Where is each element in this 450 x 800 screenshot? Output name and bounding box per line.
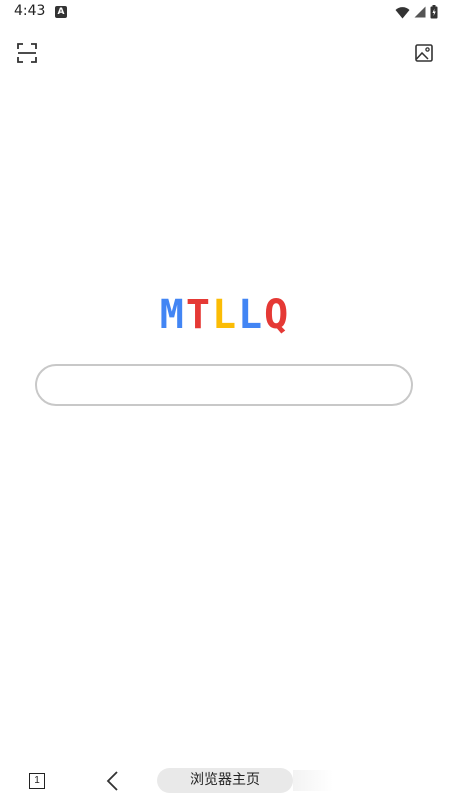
status-bar: 4:43 A (0, 0, 450, 24)
status-icons (395, 4, 438, 20)
status-time: 4:43 (14, 3, 46, 19)
bottom-bar: 1 浏览器主页 (0, 760, 450, 800)
search-input[interactable] (37, 366, 411, 404)
logo-letter: L (211, 292, 239, 338)
logo-letter: L (238, 292, 265, 338)
tabs-button[interactable]: 1 (29, 773, 45, 789)
pill-fade (293, 770, 333, 791)
chevron-left-icon (106, 771, 118, 791)
browser-home-button[interactable]: 浏览器主页 (157, 768, 293, 793)
logo-letter: M (159, 292, 186, 338)
signal-icon (414, 6, 426, 18)
logo: M T L L Q (0, 290, 450, 340)
wifi-icon (395, 6, 410, 18)
scan-button[interactable] (14, 40, 40, 66)
battery-icon (430, 5, 438, 19)
search-box[interactable] (35, 364, 413, 406)
logo-letter: T (185, 292, 212, 338)
image-icon (415, 44, 433, 62)
image-search-button[interactable] (411, 40, 437, 66)
logo-letter: Q (264, 292, 291, 338)
a-icon: A (55, 6, 67, 18)
back-button[interactable] (103, 770, 123, 792)
scan-icon (17, 43, 37, 63)
